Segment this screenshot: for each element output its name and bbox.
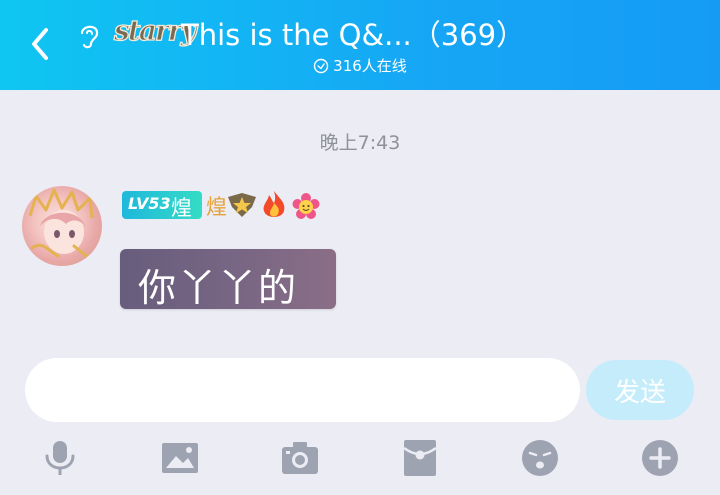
avatar-image (28, 188, 96, 264)
sender-avatar[interactable] (22, 186, 102, 266)
online-count: 316人在线 (333, 57, 407, 75)
flower-icon[interactable] (292, 193, 320, 221)
fire-icon[interactable] (260, 189, 288, 221)
emoji-icon[interactable] (520, 438, 560, 478)
red-packet-icon[interactable] (400, 438, 440, 478)
message-input[interactable] (25, 358, 580, 422)
level-title: 煌 (171, 196, 192, 220)
rank-emblem-icon[interactable] (226, 191, 258, 219)
message-text: 你丫丫的 (138, 266, 299, 310)
plus-icon[interactable] (640, 438, 680, 478)
message-timestamp: 晚上7:43 (319, 132, 401, 154)
title-badge[interactable]: 煌 (206, 191, 227, 221)
check-circle-icon (313, 58, 329, 74)
send-button[interactable]: 发送 (586, 360, 694, 420)
image-icon[interactable] (160, 438, 200, 478)
chat-header: starry This is the Q&...（369） 316人在线 (0, 0, 720, 90)
level-badge[interactable]: LV53 煌 (122, 191, 202, 220)
message-bubble[interactable]: 你丫丫的 (120, 249, 336, 310)
group-title[interactable]: This is the Q&...（369） (181, 12, 525, 54)
level-number: LV53 (128, 194, 171, 213)
camera-icon[interactable] (280, 438, 320, 478)
online-status: 316人在线 (0, 55, 720, 76)
ear-icon[interactable] (76, 20, 102, 50)
microphone-icon[interactable] (40, 438, 80, 478)
